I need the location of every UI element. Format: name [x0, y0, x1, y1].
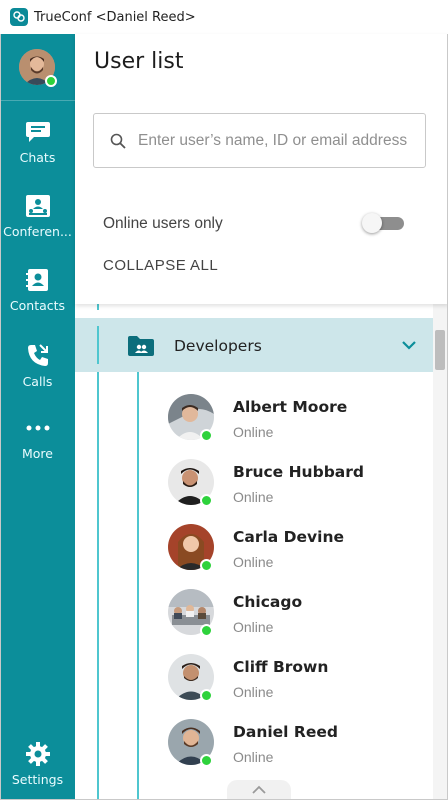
- title-bar: TrueConf <Daniel Reed>: [0, 0, 448, 34]
- online-status-dot: [45, 75, 57, 87]
- contact-item-daniel-reed[interactable]: Daniel Reed Online: [75, 715, 436, 779]
- search-box[interactable]: [93, 113, 426, 168]
- address-book-icon: [25, 269, 48, 291]
- group-name: Developers: [174, 337, 262, 355]
- contact-name: Carla Devine: [233, 528, 344, 546]
- contact-status: Online: [233, 489, 274, 505]
- tree-line: [97, 304, 99, 310]
- contact-status: Online: [233, 684, 274, 700]
- online-status-dot: [200, 754, 213, 767]
- online-status-dot: [200, 429, 213, 442]
- chevron-up-icon: [252, 785, 266, 794]
- sidebar-item-calls[interactable]: Calls: [0, 342, 75, 404]
- sidebar-item-label: Contacts: [9, 298, 66, 313]
- chevron-down-icon[interactable]: [401, 337, 417, 353]
- online-status-dot: [200, 494, 213, 507]
- contact-item-chicago[interactable]: Chicago Online: [75, 585, 436, 649]
- sidebar-item-label: Conferen...: [3, 224, 72, 239]
- toggle-knob: [362, 213, 382, 233]
- online-only-label: Online users only: [103, 215, 223, 232]
- online-status-dot: [200, 624, 213, 637]
- contact-status: Online: [233, 749, 274, 765]
- my-avatar[interactable]: [19, 49, 57, 87]
- contact-status: Online: [233, 554, 274, 570]
- page-title: User list: [94, 49, 184, 74]
- folder-group-icon: [127, 335, 155, 362]
- sidebar-item-contacts[interactable]: Contacts: [0, 268, 75, 330]
- sidebar-divider: [0, 100, 75, 101]
- sidebar: Chats Conferen... Contacts Calls More Se…: [0, 34, 75, 800]
- contact-item-cliff-brown[interactable]: Cliff Brown Online: [75, 650, 436, 714]
- sidebar-item-label: Chats: [19, 150, 56, 165]
- list-scrollbar[interactable]: [433, 304, 448, 800]
- search-icon: [110, 133, 126, 149]
- window-title: TrueConf <Daniel Reed>: [34, 9, 196, 25]
- group-row-developers[interactable]: Developers: [75, 318, 436, 372]
- phone-calls-icon: [27, 344, 48, 366]
- contact-name: Chicago: [233, 593, 303, 611]
- contact-name: Albert Moore: [233, 398, 348, 416]
- sidebar-item-label: Calls: [22, 374, 53, 389]
- user-list: Developers Albert Moore Online Bruce Hub…: [75, 304, 448, 800]
- contact-name: Daniel Reed: [233, 723, 338, 741]
- gear-icon: [25, 742, 50, 766]
- contact-item-bruce-hubbard[interactable]: Bruce Hubbard Online: [75, 455, 436, 519]
- search-input[interactable]: [138, 131, 408, 150]
- trueconf-logo-icon: [10, 8, 28, 26]
- chat-bubble-icon: [25, 122, 50, 142]
- user-list-header: User list Online users only COLLAPSE ALL: [75, 34, 448, 304]
- sidebar-item-label: Settings: [11, 772, 64, 787]
- sidebar-item-more[interactable]: More: [0, 416, 75, 478]
- sidebar-item-label: More: [22, 446, 53, 461]
- collapse-all-button[interactable]: COLLAPSE ALL: [103, 257, 218, 274]
- contact-item-carla-devine[interactable]: Carla Devine Online: [75, 520, 436, 584]
- sidebar-item-chats[interactable]: Chats: [0, 120, 75, 182]
- online-status-dot: [200, 689, 213, 702]
- conference-icon: [25, 195, 50, 217]
- contact-name: Bruce Hubbard: [233, 463, 364, 481]
- more-dots-icon: [26, 425, 49, 431]
- online-only-toggle[interactable]: [362, 213, 406, 233]
- contact-status: Online: [233, 424, 274, 440]
- contact-item-albert-moore[interactable]: Albert Moore Online: [75, 390, 436, 454]
- online-status-dot: [200, 559, 213, 572]
- scrollbar-thumb[interactable]: [435, 330, 445, 370]
- contact-status: Online: [233, 619, 274, 635]
- sidebar-item-conferences[interactable]: Conferen...: [0, 194, 75, 256]
- tree-line: [97, 326, 99, 364]
- scroll-to-top-button[interactable]: [227, 780, 291, 800]
- sidebar-item-settings[interactable]: Settings: [0, 742, 75, 800]
- contact-name: Cliff Brown: [233, 658, 329, 676]
